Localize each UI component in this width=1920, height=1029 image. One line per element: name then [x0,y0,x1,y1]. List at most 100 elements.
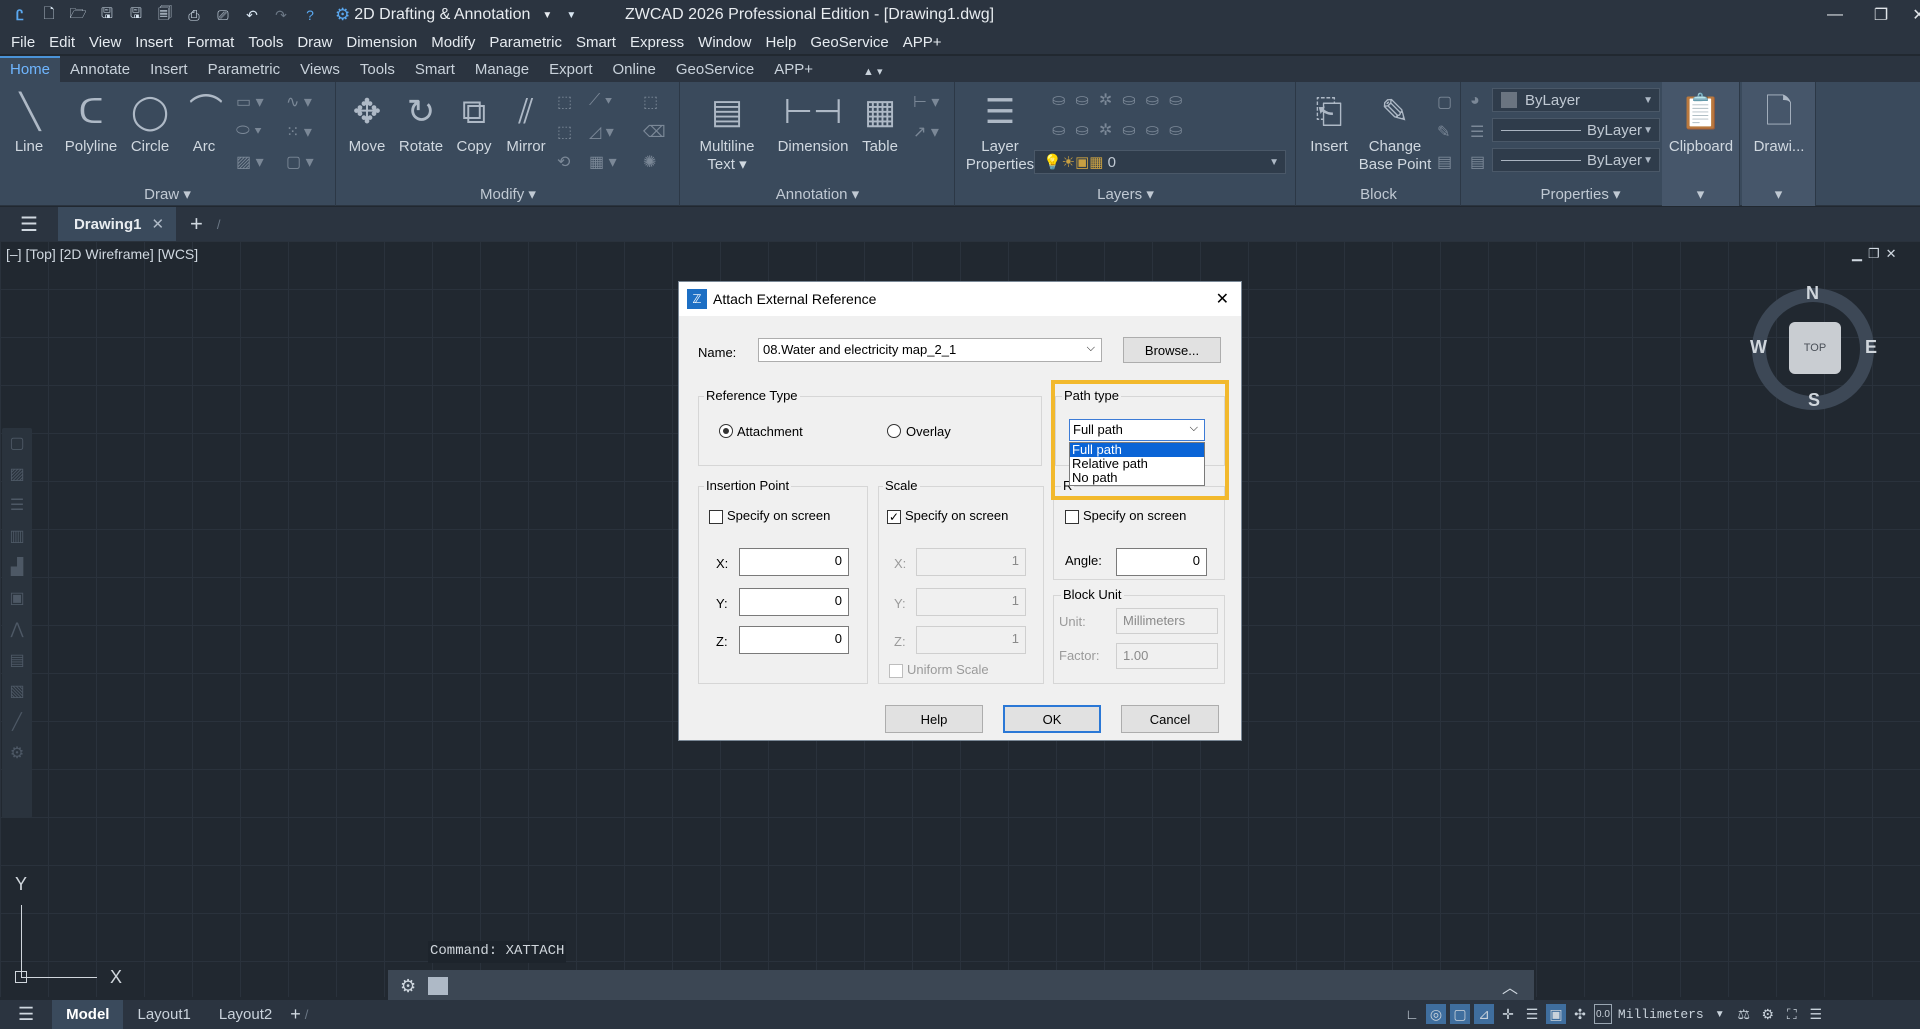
menu-file[interactable]: File [4,34,42,51]
leader-icon[interactable]: ↗ ▾ [913,122,939,142]
tab-app-plus[interactable]: APP+ [764,58,823,82]
tab-annotate[interactable]: Annotate [60,58,140,82]
tab-geoservice[interactable]: GeoService [666,58,764,82]
layers-panel-title[interactable]: Layers ▾ [956,184,1295,206]
arc-button[interactable]: ⌒ Arc [184,90,224,156]
viewport-label[interactable]: [–] [Top] [2D Wireframe] [WCS] [6,246,198,262]
stretch-icon[interactable]: ⬚ [557,92,572,112]
palette-settings-icon[interactable]: ⚙ [2,738,32,769]
command-input-bar[interactable]: ⚙ ︿ [388,970,1534,1002]
layout-tab-model[interactable]: Model [52,1000,124,1029]
dynamic-input-icon[interactable]: ✛ [1498,1004,1518,1024]
layer-select[interactable]: 💡☀▣▦ 0 ▼ [1034,150,1286,174]
tab-home[interactable]: Home [0,56,61,82]
layout-tab-layout2[interactable]: Layout2 [205,1006,286,1023]
menu-insert[interactable]: Insert [128,34,180,51]
insertion-specify-label[interactable]: Specify on screen [727,508,830,523]
break-icon[interactable]: ⬚ [643,92,658,112]
trim-icon[interactable]: ⟋ ▾ [589,92,612,110]
scale-specify-label[interactable]: Specify on screen [905,508,1008,523]
dialog-title-bar[interactable]: ℤ Attach External Reference ✕ [679,282,1241,316]
scale-icon[interactable]: ⬚ [557,122,572,142]
insert-block-button[interactable]: ⎗ Insert [1303,90,1355,156]
undo-icon[interactable]: ↶ [242,5,262,25]
compass-west[interactable]: W [1750,337,1767,358]
linetype-icon[interactable]: ☰ [1470,122,1484,142]
customize-toolbar-icon[interactable]: ▼ [561,5,581,25]
palette-tool-icon[interactable]: ▟ [2,552,32,583]
insertion-specify-checkbox[interactable] [709,510,723,524]
menu-draw[interactable]: Draw [290,34,339,51]
clipboard-button[interactable]: 📋 Clipboard [1664,90,1738,156]
doc-tab-drawing1[interactable]: Drawing1 ✕ [57,207,177,241]
compass-east[interactable]: E [1865,337,1877,358]
ellipse-icon[interactable]: ⬭ ▾ [236,122,262,140]
region-icon[interactable]: ▢ ▾ [286,152,314,172]
layout-menu-icon[interactable]: ☰ [0,1004,52,1025]
table-button[interactable]: ▦ Table [857,90,903,156]
ok-button[interactable]: OK [1003,705,1101,733]
tab-parametric[interactable]: Parametric [198,58,291,82]
layer-tools-row-2[interactable]: ⛀⛀✲⛀⛀⛀ [1052,120,1192,140]
menu-tools[interactable]: Tools [241,34,290,51]
open-folder-icon[interactable]: 🗁 [68,5,88,25]
palette-tool-icon[interactable]: ▢ [2,428,32,459]
change-base-point-button[interactable]: ✎ Change Base Point [1355,90,1435,174]
maximize-icon[interactable]: ❐ [1858,0,1904,30]
tab-export[interactable]: Export [539,58,602,82]
insertion-x-input[interactable]: 0 [739,548,849,576]
units-dropdown-icon[interactable]: ▼ [1710,1004,1730,1024]
layer-properties-button[interactable]: ☰ Layer Properties [962,90,1038,174]
units-value[interactable]: Millimeters [1618,1007,1704,1022]
draw-panel-title[interactable]: Draw ▾ [0,184,335,206]
menu-app-plus[interactable]: APP+ [896,34,949,51]
tab-smart[interactable]: Smart [405,58,465,82]
palette-tool-icon[interactable]: ☰ [2,490,32,521]
dimension-button[interactable]: ⊢⊣ Dimension [773,90,853,156]
match-properties-icon[interactable]: ◕ [1470,92,1480,110]
save-as-icon[interactable]: 🖫 [126,5,146,25]
hamburger-menu-icon[interactable]: ☰ [0,212,58,237]
annotation-panel-title[interactable]: Annotation ▾ [681,184,954,206]
lineweight-icon[interactable]: ▤ [1470,152,1485,172]
tab-tools[interactable]: Tools [350,58,405,82]
help-button[interactable]: Help [885,705,983,733]
tab-manage[interactable]: Manage [465,58,539,82]
array-icon[interactable]: ▦ ▾ [589,152,617,172]
lineweight-toggle-icon[interactable]: ☰ [1522,1004,1542,1024]
linear-dim-icon[interactable]: ⊢ ▾ [913,92,939,112]
mirror-button[interactable]: ⫽ Mirror [501,90,551,156]
selection-cycling-icon[interactable]: ✣ [1570,1004,1590,1024]
print-icon[interactable]: ⎙ [184,5,204,25]
menu-smart[interactable]: Smart [569,34,623,51]
compass-south[interactable]: S [1808,390,1820,411]
lineweight-select[interactable]: ByLayer ▼ [1492,148,1660,172]
modify-panel-title[interactable]: Modify ▾ [337,184,679,206]
scale-specify-checkbox[interactable]: ✓ [887,510,901,524]
attachment-label[interactable]: Attachment [737,424,803,439]
ribbon-minimize-icon[interactable]: ▲ ▾ [853,62,892,82]
save-all-icon[interactable]: 🗐 [155,5,175,25]
line-button[interactable]: ╲ Line [8,90,50,156]
palette-tool-icon[interactable]: ╱ [2,707,32,738]
create-block-icon[interactable]: ▢ [1437,92,1452,112]
palette-tool-icon[interactable]: ▨ [2,459,32,490]
save-icon[interactable]: 🖫 [97,5,117,25]
color-select[interactable]: ByLayer ▼ [1492,88,1660,112]
linetype-select[interactable]: ByLayer ▼ [1492,118,1660,142]
menu-window[interactable]: Window [691,34,758,51]
palette-tool-icon[interactable]: ▥ [2,521,32,552]
print-preview-icon[interactable]: ⎚ [213,5,233,25]
close-tab-icon[interactable]: ✕ [151,215,164,233]
drawing-button[interactable]: 🗋 Drawi... [1744,90,1814,156]
ortho-icon[interactable]: ∟ [1402,1004,1422,1024]
model-space-icon[interactable]: ▣ [1546,1004,1566,1024]
clean-screen-icon[interactable]: ⛶ [1782,1004,1802,1024]
menu-geoservice[interactable]: GeoService [803,34,895,51]
polyline-button[interactable]: ᑕ Polyline [60,90,122,156]
command-expand-icon[interactable]: ︿ [1502,974,1518,998]
name-select[interactable]: 08.Water and electricity map_2_1 ⌵ [758,338,1102,362]
drawing-expand-icon[interactable]: ▾ [1742,184,1815,206]
explode-icon[interactable]: ✺ [643,152,656,172]
rotation-specify-label[interactable]: Specify on screen [1083,508,1186,523]
